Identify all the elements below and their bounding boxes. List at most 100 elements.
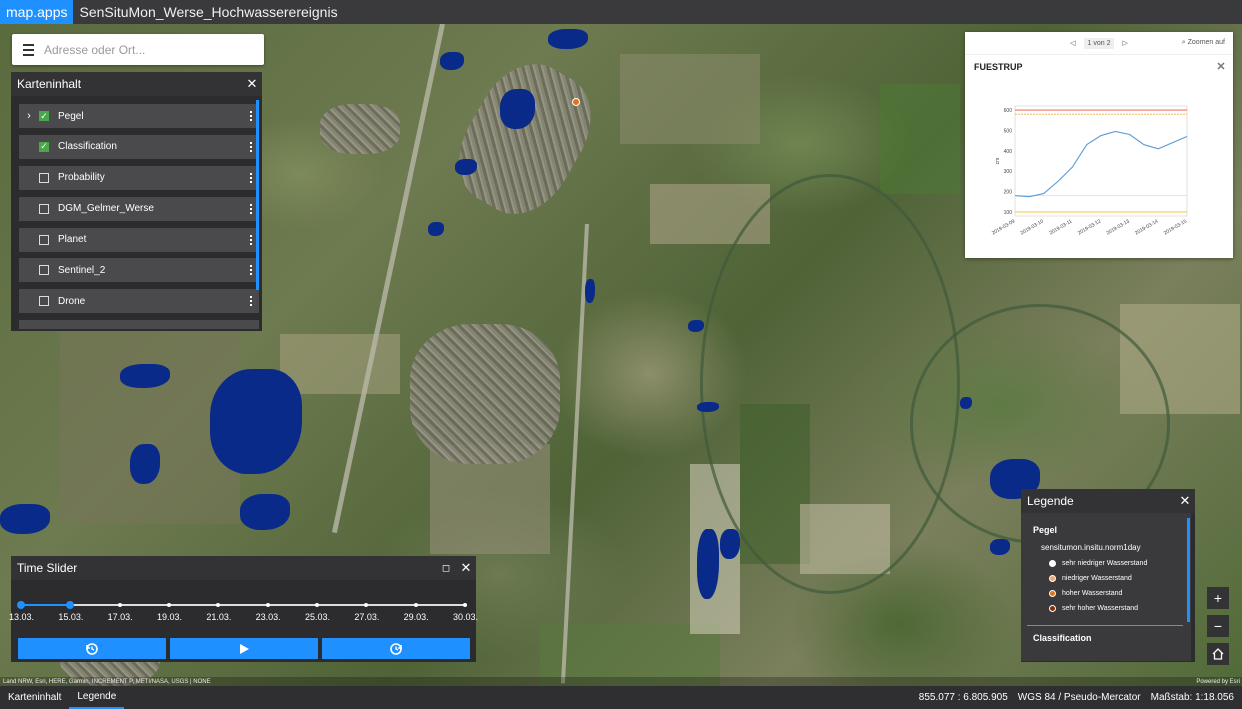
series-line: [1014, 130, 1188, 198]
play-button[interactable]: [170, 638, 318, 659]
gauge-popup: ◁ 1 von 2 ▷ ⌕ Zoomen auf FUESTRUP ✕ 100 2…: [965, 32, 1233, 258]
layer-label: Pegel: [58, 110, 84, 122]
legend-symbol: [1049, 605, 1056, 612]
legend-scrollbar[interactable]: [1187, 518, 1190, 622]
time-end-handle[interactable]: [66, 601, 75, 609]
flood-area: [720, 529, 740, 559]
layer-label: Classification: [58, 141, 117, 153]
settlement: [320, 104, 400, 154]
layer-checkbox[interactable]: [39, 296, 49, 307]
y-tick-label: 500: [1004, 128, 1013, 134]
layer-row[interactable]: DGM_Gelmer_Werse: [19, 196, 259, 221]
flood-area: [240, 494, 290, 530]
close-icon[interactable]: ✕: [1175, 493, 1195, 509]
layer-row[interactable]: [19, 320, 259, 329]
time-tick[interactable]: [216, 603, 221, 607]
legend-item: hoher Wasserstand: [1049, 590, 1191, 597]
flood-area: [688, 320, 704, 332]
crs-label[interactable]: WGS 84 / Pseudo-Mercator: [1018, 692, 1141, 703]
map-field: [280, 334, 400, 394]
layer-checkbox[interactable]: [39, 265, 49, 276]
layer-checkbox[interactable]: [39, 172, 49, 183]
x-tick-label: 2019-03-10: [1020, 218, 1045, 236]
chevron-left-icon[interactable]: ◁: [1070, 39, 1075, 47]
zoom-to-button[interactable]: ⌕ Zoomen auf: [1182, 39, 1225, 47]
legend-symbol: [1049, 560, 1056, 567]
legend-header: Legende ✕: [1021, 489, 1195, 513]
layer-row[interactable]: Planet: [19, 227, 259, 252]
status-bar: Karteninhalt Legende 855.077 : 6.805.905…: [0, 686, 1242, 709]
time-range: [21, 604, 71, 606]
time-tick[interactable]: [167, 603, 171, 607]
more-options-icon[interactable]: [243, 296, 259, 307]
legend-items: sehr niedriger Wasserstand niedriger Wass…: [1021, 560, 1191, 612]
plus-icon: +: [1213, 590, 1223, 606]
close-icon[interactable]: ✕: [456, 560, 476, 576]
step-forward-button[interactable]: [322, 638, 470, 659]
legend-item-label: niedriger Wasserstand: [1062, 575, 1132, 582]
x-tick-label: 2019-03-15: [1163, 218, 1188, 236]
y-axis-label: cm: [995, 158, 1001, 165]
legend-panel: Legende ✕ Pegel sensitumon.insitu.norm1d…: [1021, 489, 1195, 662]
layer-row[interactable]: Probability: [19, 165, 259, 190]
search-input[interactable]: [44, 35, 254, 64]
popup-page-indicator: 1 von 2: [1083, 37, 1115, 49]
flood-area: [548, 29, 588, 49]
brand-logo[interactable]: map.apps: [0, 0, 74, 24]
time-tick[interactable]: [413, 603, 418, 607]
layer-label: Sentinel_2: [58, 264, 106, 276]
layer-checkbox[interactable]: ✓: [39, 111, 49, 121]
y-tick-label: 400: [1004, 149, 1013, 155]
legend-body: Pegel sensitumon.insitu.norm1day sehr ni…: [1021, 513, 1191, 661]
home-button[interactable]: [1207, 643, 1229, 665]
tab-karteninhalt[interactable]: Karteninhalt: [0, 686, 69, 709]
layer-checkbox[interactable]: [39, 203, 49, 214]
powered-by[interactable]: Powered by Esri: [1196, 679, 1240, 685]
time-tick[interactable]: [364, 603, 369, 607]
zoom-in-button[interactable]: +: [1207, 587, 1229, 609]
flood-area: [210, 369, 302, 474]
layer-list-scrollbar[interactable]: [256, 100, 259, 290]
layer-label: Planet: [58, 234, 87, 246]
layer-row[interactable]: ✓ Classification: [19, 134, 259, 159]
time-tick[interactable]: [265, 603, 270, 607]
time-label: 30.03.: [453, 612, 479, 622]
time-tick[interactable]: [117, 603, 122, 607]
app-title: SenSituMon_Werse_Hochwasserereignis: [79, 4, 338, 20]
chevron-right-icon[interactable]: ▷: [1122, 39, 1127, 47]
time-tick[interactable]: [315, 603, 319, 607]
road: [331, 24, 445, 534]
flood-area: [500, 89, 535, 129]
x-tick-label: 2019-03-09: [991, 218, 1016, 236]
time-start-handle[interactable]: [17, 601, 25, 609]
menu-icon[interactable]: [12, 34, 44, 65]
close-icon[interactable]: ✕: [242, 76, 262, 92]
search-box: [12, 34, 264, 65]
layer-row[interactable]: Drone: [19, 289, 259, 314]
x-tick-label: 2019-03-11: [1048, 218, 1073, 236]
time-slider-track[interactable]: 13.03. 15.03. 17.03. 19.03. 21.03. 23.03. 25.0…: [9, 601, 478, 622]
zoom-out-button[interactable]: −: [1207, 615, 1229, 637]
tab-legende[interactable]: Legende: [69, 686, 125, 709]
y-tick-label: 300: [1004, 169, 1013, 175]
layer-checkbox[interactable]: ✓: [39, 141, 49, 152]
flood-area: [130, 444, 160, 484]
time-label: 27.03.: [354, 612, 380, 622]
play-icon: [240, 643, 249, 654]
legend-item-label: hoher Wasserstand: [1062, 590, 1123, 597]
layer-row[interactable]: › ✓ Pegel: [19, 104, 259, 128]
close-icon[interactable]: ✕: [1209, 60, 1233, 73]
plot-frame: [1014, 105, 1188, 217]
time-label: 23.03.: [255, 612, 281, 622]
y-tick-label: 600: [1004, 108, 1013, 114]
layer-row[interactable]: Sentinel_2: [19, 258, 259, 283]
layer-checkbox[interactable]: [39, 234, 49, 245]
legend-item-label: sehr hoher Wasserstand: [1062, 605, 1138, 612]
time-tick[interactable]: [463, 603, 467, 607]
legend-item-label: sehr niedriger Wasserstand: [1062, 560, 1148, 567]
chevron-right-icon[interactable]: ›: [19, 110, 39, 122]
maximize-icon[interactable]: ◻: [436, 563, 456, 574]
legend-group-title: Pegel: [1033, 525, 1058, 535]
step-back-button[interactable]: [18, 638, 166, 659]
gauge-marker[interactable]: [572, 98, 580, 106]
